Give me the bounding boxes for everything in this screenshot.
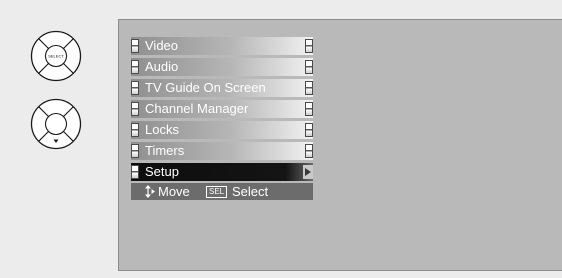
menu-tab-left bbox=[131, 102, 139, 116]
menu-item-label: Setup bbox=[145, 164, 179, 179]
menu-item-video[interactable]: Video bbox=[131, 37, 313, 55]
four-way-arrow-icon bbox=[145, 185, 155, 202]
menu-item-label: Locks bbox=[145, 122, 179, 137]
sel-key-badge: SEL bbox=[206, 186, 228, 198]
remote-down-button-icon bbox=[30, 98, 82, 150]
menu-item-label: TV Guide On Screen bbox=[145, 80, 266, 95]
select-hint-label: Select bbox=[232, 184, 269, 199]
menu-tab-left bbox=[131, 144, 139, 158]
menu-tab-left bbox=[131, 60, 139, 74]
menu-tab-right bbox=[305, 102, 313, 116]
move-hint-label: Move bbox=[158, 184, 190, 199]
menu-tab-left bbox=[131, 165, 139, 179]
menu-item-channel-manager[interactable]: Channel Manager bbox=[131, 100, 313, 118]
menu-item-tv-guide[interactable]: TV Guide On Screen bbox=[131, 79, 313, 97]
submenu-arrow-icon bbox=[303, 165, 313, 179]
menu-item-timers[interactable]: Timers bbox=[131, 142, 313, 160]
tv-screen: Video Audio TV Guide On Screen Channel M… bbox=[118, 19, 562, 271]
menu-tab-right bbox=[305, 81, 313, 95]
menu-item-label: Audio bbox=[145, 59, 179, 74]
menu-tab-left bbox=[131, 39, 139, 53]
menu-tab-right bbox=[305, 123, 313, 137]
menu-tab-right bbox=[305, 39, 313, 53]
menu-item-label: Channel Manager bbox=[145, 101, 249, 116]
menu-item-label: Timers bbox=[145, 143, 185, 158]
menu-footer-hints: Move SEL Select bbox=[131, 183, 313, 200]
menu-item-audio[interactable]: Audio bbox=[131, 58, 313, 76]
menu-tab-left bbox=[131, 123, 139, 137]
remote-select-label: SELECT bbox=[48, 54, 64, 59]
remote-select-button-icon: SELECT bbox=[30, 30, 82, 82]
menu-item-setup[interactable]: Setup bbox=[131, 163, 313, 181]
main-menu: Video Audio TV Guide On Screen Channel M… bbox=[131, 37, 313, 200]
remote-guide-panel: SELECT bbox=[0, 0, 118, 278]
menu-tab-left bbox=[131, 81, 139, 95]
menu-tab-right bbox=[305, 60, 313, 74]
menu-tab-right bbox=[305, 144, 313, 158]
menu-item-label: Video bbox=[145, 38, 179, 53]
menu-item-locks[interactable]: Locks bbox=[131, 121, 313, 139]
